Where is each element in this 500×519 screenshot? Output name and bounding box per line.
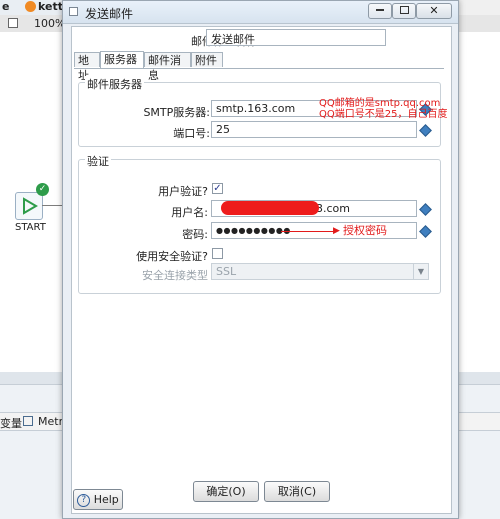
close-button[interactable]: ✕ (416, 3, 452, 19)
tab-attachments[interactable]: 附件 (191, 52, 223, 67)
tab-variables[interactable]: 变量 (0, 415, 22, 431)
check-badge-icon: ✓ (36, 183, 49, 196)
cancel-button[interactable]: 取消(C) (264, 481, 330, 502)
maximize-icon (399, 6, 409, 14)
bg-tab-1-label: e (2, 0, 10, 13)
secure-type-value: SSL (216, 265, 237, 278)
dialog-titlebar[interactable]: 发送邮件 ✕ (63, 1, 458, 24)
smtp-annotation: QQ邮箱的是smtp.qq.com QQ端口号不是25，自己百度 (319, 98, 447, 120)
tab-strip: 地址 服务器 邮件消息 附件 (74, 51, 444, 82)
smtp-annotation-line1: QQ邮箱的是smtp.qq.com (319, 98, 441, 109)
secure-auth-checkbox[interactable] (212, 248, 223, 259)
port-input[interactable]: 25 (211, 121, 417, 138)
tab-server[interactable]: 服务器 (100, 51, 144, 68)
port-label: 端口号: (173, 127, 210, 140)
password-arrow-line (281, 231, 336, 232)
tab-server-label: 服务器 (104, 53, 137, 66)
help-icon: ? (77, 493, 91, 507)
tab-mail-message[interactable]: 邮件消息 (144, 52, 191, 82)
secure-auth-label: 使用安全验证? (136, 250, 208, 263)
dialog-title: 发送邮件 (85, 7, 134, 21)
send-mail-dialog: 发送邮件 ✕ 邮件作业名称: 发送邮件 地址 服务器 邮件消息 附件 邮件服务器… (62, 0, 459, 519)
smtp-annotation-line2: QQ端口号不是25，自己百度 (319, 109, 448, 120)
use-auth-label: 用户验证? (158, 185, 208, 198)
start-step[interactable] (15, 192, 43, 220)
mail-server-group-title: 邮件服务器 (85, 76, 144, 92)
grid-icon[interactable] (8, 18, 18, 28)
password-label: 密码: (182, 228, 208, 241)
tab-address[interactable]: 地址 (74, 52, 100, 82)
window-icon (69, 7, 78, 16)
minimize-button[interactable] (368, 3, 392, 19)
help-button[interactable]: ? Help (73, 489, 123, 510)
metrics-icon (23, 416, 33, 426)
password-arrow-head: ▶ (333, 226, 340, 236)
use-auth-checkbox[interactable]: ✓ (212, 183, 223, 194)
maximize-button[interactable] (392, 3, 416, 19)
tab-metrics[interactable]: Metr (38, 415, 63, 428)
username-redaction (221, 201, 319, 215)
bg-tab-2-label: kett (38, 0, 63, 13)
chevron-down-icon: ▼ (413, 264, 428, 279)
minimize-icon (376, 9, 384, 11)
auth-group-title: 验证 (85, 153, 111, 169)
secure-type-select[interactable]: SSL ▼ (211, 263, 429, 280)
job-name-input[interactable]: 发送邮件 (206, 29, 386, 46)
start-label: START (15, 222, 46, 233)
zoom-level[interactable]: 100% (34, 17, 65, 30)
secure-type-label: 安全连接类型 (142, 269, 208, 282)
help-label: Help (93, 493, 119, 506)
username-label: 用户名: (171, 206, 208, 219)
ok-button[interactable]: 确定(O) (193, 481, 259, 502)
play-icon (23, 197, 38, 215)
tab-attachments-label: 附件 (195, 54, 217, 67)
smtp-server-label: SMTP服务器: (143, 106, 210, 119)
hop-line (42, 205, 62, 206)
bg-tab-2[interactable]: kett (22, 0, 63, 15)
password-annotation: 授权密码 (343, 224, 387, 237)
close-icon: ✕ (429, 4, 439, 17)
bg-tab-1[interactable]: e (0, 0, 23, 15)
kettle-icon (25, 1, 36, 12)
